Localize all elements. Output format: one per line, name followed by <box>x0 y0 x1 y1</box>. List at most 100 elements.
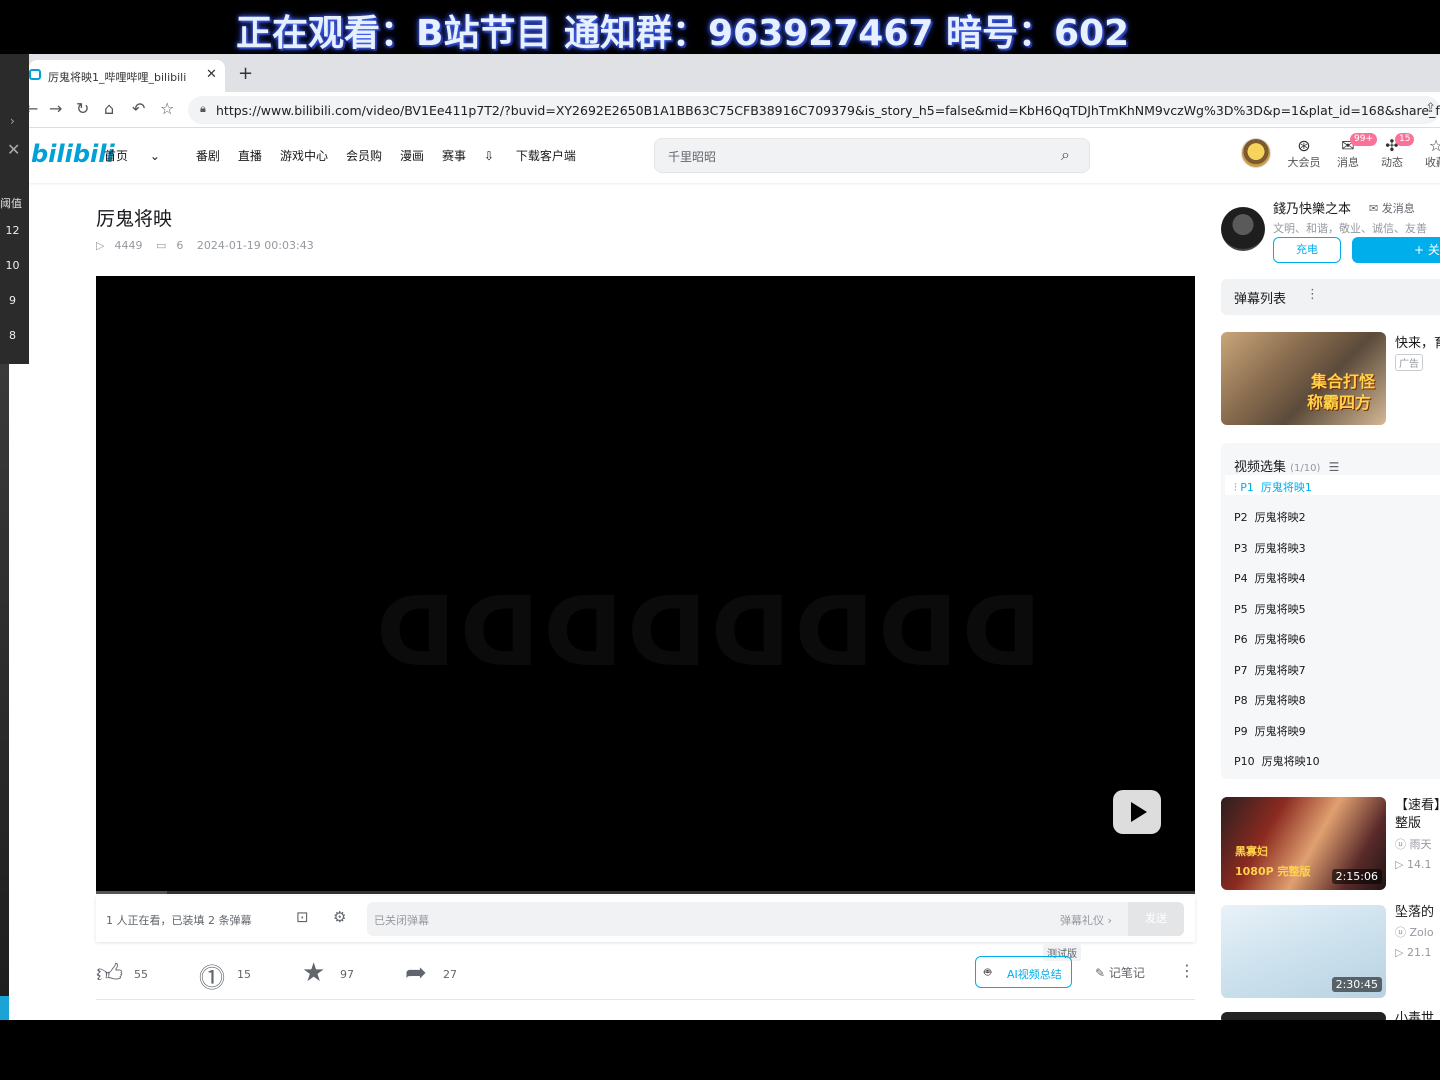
recommend-up[interactable]: ⓤ 雨天 <box>1395 835 1432 855</box>
like-button[interactable]: 👍︎ 55 <box>96 958 148 989</box>
header-message[interactable]: ✉ 消息 99+ <box>1328 133 1377 170</box>
nav-item-match[interactable]: 赛事 <box>442 147 466 164</box>
playlist-item[interactable]: P2 厉鬼将映2 <box>1234 509 1306 525</box>
home-icon[interactable]: ⌂ <box>104 99 114 118</box>
tab-bar: 厉鬼将映1_哔哩哔哩_bilibili ✕ + <box>29 54 1440 92</box>
nav-item-home[interactable]: 首页 ⌄ <box>104 147 178 164</box>
video-player[interactable]: ᗡᗡᗡᗡᗡᗡᗡᗡ <box>96 276 1195 893</box>
search-icon[interactable]: ⌕ <box>1061 145 1070 165</box>
playlist-item-name: 厉鬼将映8 <box>1254 694 1306 707</box>
danmaku-list-more-icon[interactable]: ⋮ <box>1306 287 1319 302</box>
danmaku-toggle-icon[interactable]: ⊡ <box>296 908 309 926</box>
chevron-right-icon[interactable]: › <box>10 114 15 128</box>
playlist-item[interactable]: ⫶ P1 厉鬼将映1 <box>1234 479 1312 495</box>
playlist-item-name: 厉鬼将映3 <box>1254 542 1306 555</box>
charge-button[interactable]: 充电 <box>1273 237 1341 263</box>
nav-item-live[interactable]: 直播 <box>238 147 262 164</box>
vip-icon: ⊛ <box>1297 136 1311 155</box>
header-vip[interactable]: ⊛ 大会员 <box>1284 136 1324 170</box>
recommend-title[interactable]: 小毒世 <box>1395 1010 1434 1020</box>
overlay-number: 12 <box>5 224 20 237</box>
recommend-views: ▷ 14.1 <box>1395 855 1432 875</box>
playlist-item-p: P6 <box>1234 633 1248 646</box>
nav-item-anime[interactable]: 番剧 <box>196 147 220 164</box>
new-tab-icon[interactable]: + <box>238 63 253 84</box>
playlist-item-name: 厉鬼将映1 <box>1260 481 1312 494</box>
avatar[interactable] <box>1241 138 1271 168</box>
undo-icon[interactable]: ↶ <box>132 99 145 118</box>
ad-text-line2: 称霸四方 <box>1307 393 1372 412</box>
reload-icon[interactable]: ↻ <box>76 99 89 118</box>
main-nav: 首页 ⌄ 番剧 直播 游戏中心 会员购 漫画 赛事 ⇩ 下载客户端 <box>104 147 612 164</box>
follow-button[interactable]: + 关注 <box>1352 237 1440 263</box>
danmaku-list-panel[interactable]: 弹幕列表 ⋮ <box>1221 279 1440 315</box>
mail-icon: ✉ <box>1369 202 1379 215</box>
nav-item-shop[interactable]: 会员购 <box>346 147 382 164</box>
playlist-item-p: P1 <box>1240 481 1254 494</box>
header-dynamic[interactable]: ✣ 动态 15 <box>1372 133 1415 170</box>
nav-item-games[interactable]: 游戏中心 <box>280 147 328 164</box>
search-input[interactable]: 千里昭昭 ⌕ <box>654 138 1090 173</box>
playlist-item[interactable]: P9 厉鬼将映9 <box>1234 723 1306 739</box>
share-button[interactable]: ➦ 27 <box>405 958 457 988</box>
browser-tab[interactable]: 厉鬼将映1_哔哩哔哩_bilibili ✕ <box>29 60 225 92</box>
back-icon[interactable]: ← <box>29 99 38 118</box>
nav-item-download[interactable]: ⇩ 下载客户端 <box>484 147 594 164</box>
tab-close-icon[interactable]: ✕ <box>206 67 217 82</box>
playlist-item[interactable]: P6 厉鬼将映6 <box>1234 631 1306 647</box>
bilibili-logo[interactable]: bilibili <box>31 140 115 168</box>
like-icon: 👍︎ <box>96 959 124 989</box>
recommend-thumbnail[interactable] <box>1221 1012 1386 1020</box>
playlist-count: (1/10) <box>1290 463 1321 474</box>
recommend-title[interactable]: 坠落的 <box>1395 904 1434 922</box>
recommend-thumbnail[interactable]: 黑寡妇 1080P 完整版 2:15:06 <box>1221 797 1386 890</box>
danmaku-input[interactable]: 已关闭弹幕 弹幕礼仪 › 发送 <box>367 902 1184 936</box>
playlist-item[interactable]: P4 厉鬼将映4 <box>1234 570 1306 586</box>
list-icon[interactable]: ☰ <box>1329 460 1340 474</box>
recommend-up[interactable]: ⓤ Zolo <box>1395 923 1434 943</box>
play-icon[interactable] <box>1113 790 1161 834</box>
send-message-link[interactable]: ✉ 发消息 <box>1369 200 1415 216</box>
send-button[interactable]: 发送 <box>1128 902 1184 936</box>
online-count: 1 人正在看，已装填 2 条弹幕 <box>106 914 252 927</box>
header-favorite[interactable]: ☆ 收藏 <box>1416 136 1440 170</box>
uploader-avatar[interactable] <box>1221 207 1265 251</box>
forward-icon[interactable]: → <box>49 99 62 118</box>
share-arrow-icon: ➦ <box>405 958 427 988</box>
thumbnail-text: 黑寡妇 <box>1235 845 1268 858</box>
uploader-name[interactable]: 錢乃快樂之本 <box>1273 198 1351 217</box>
playlist-item-p: P10 <box>1234 755 1255 768</box>
lock-icon: 🔒︎ <box>200 102 206 115</box>
bookmark-star-icon[interactable]: ☆ <box>160 99 174 118</box>
video-duration: 2:30:45 <box>1331 977 1382 992</box>
ai-summary-button[interactable]: 🤖︎ AI视频总结 <box>975 956 1072 988</box>
coin-button[interactable]: ⓵ 15 <box>199 958 251 995</box>
ad-title[interactable]: 快来，育 <box>1395 332 1440 351</box>
share-icon[interactable]: ⇪ <box>1425 101 1436 116</box>
playlist-item-p: P9 <box>1234 725 1248 738</box>
close-icon[interactable]: ✕ <box>7 140 20 159</box>
overlay-side-bar <box>0 364 9 1020</box>
playlist-item[interactable]: P3 厉鬼将映3 <box>1234 540 1306 556</box>
playlist-item[interactable]: P10 厉鬼将映10 <box>1234 753 1320 769</box>
note-button[interactable]: ✎ 记笔记 <box>1095 964 1145 981</box>
recommend-thumbnail[interactable]: 2:30:45 <box>1221 905 1386 998</box>
more-icon[interactable]: ⋮ <box>1179 961 1195 980</box>
playlist-item-p: P5 <box>1234 603 1248 616</box>
favorite-button[interactable]: ★ 97 <box>302 958 354 988</box>
playlist-item[interactable]: P5 厉鬼将映5 <box>1234 601 1306 617</box>
playlist-item[interactable]: P8 厉鬼将映8 <box>1234 692 1306 708</box>
site-header: bilibili 首页 ⌄ 番剧 直播 游戏中心 会员购 漫画 赛事 ⇩ 下载客… <box>29 129 1440 183</box>
nav-item-manga[interactable]: 漫画 <box>400 147 424 164</box>
progress-bar[interactable] <box>96 891 1195 894</box>
playlist-item[interactable]: P7 厉鬼将映7 <box>1234 662 1306 678</box>
playlist-item-p: P2 <box>1234 511 1248 524</box>
danmaku-etiquette-link[interactable]: 弹幕礼仪 › <box>1060 912 1112 928</box>
url-field[interactable]: 🔒︎ https://www.bilibili.com/video/BV1Ee4… <box>188 96 1440 124</box>
playlist-item-p: P3 <box>1234 542 1248 555</box>
recommend-title[interactable]: 【速看】 整版 <box>1395 797 1440 833</box>
danmaku-settings-icon[interactable]: ⚙ <box>333 908 346 926</box>
ad-thumbnail[interactable]: 集合打怪 称霸四方 <box>1221 332 1386 425</box>
playlist-item-name: 厉鬼将映7 <box>1254 664 1306 677</box>
danmaku-list-title: 弹幕列表 <box>1234 292 1287 307</box>
